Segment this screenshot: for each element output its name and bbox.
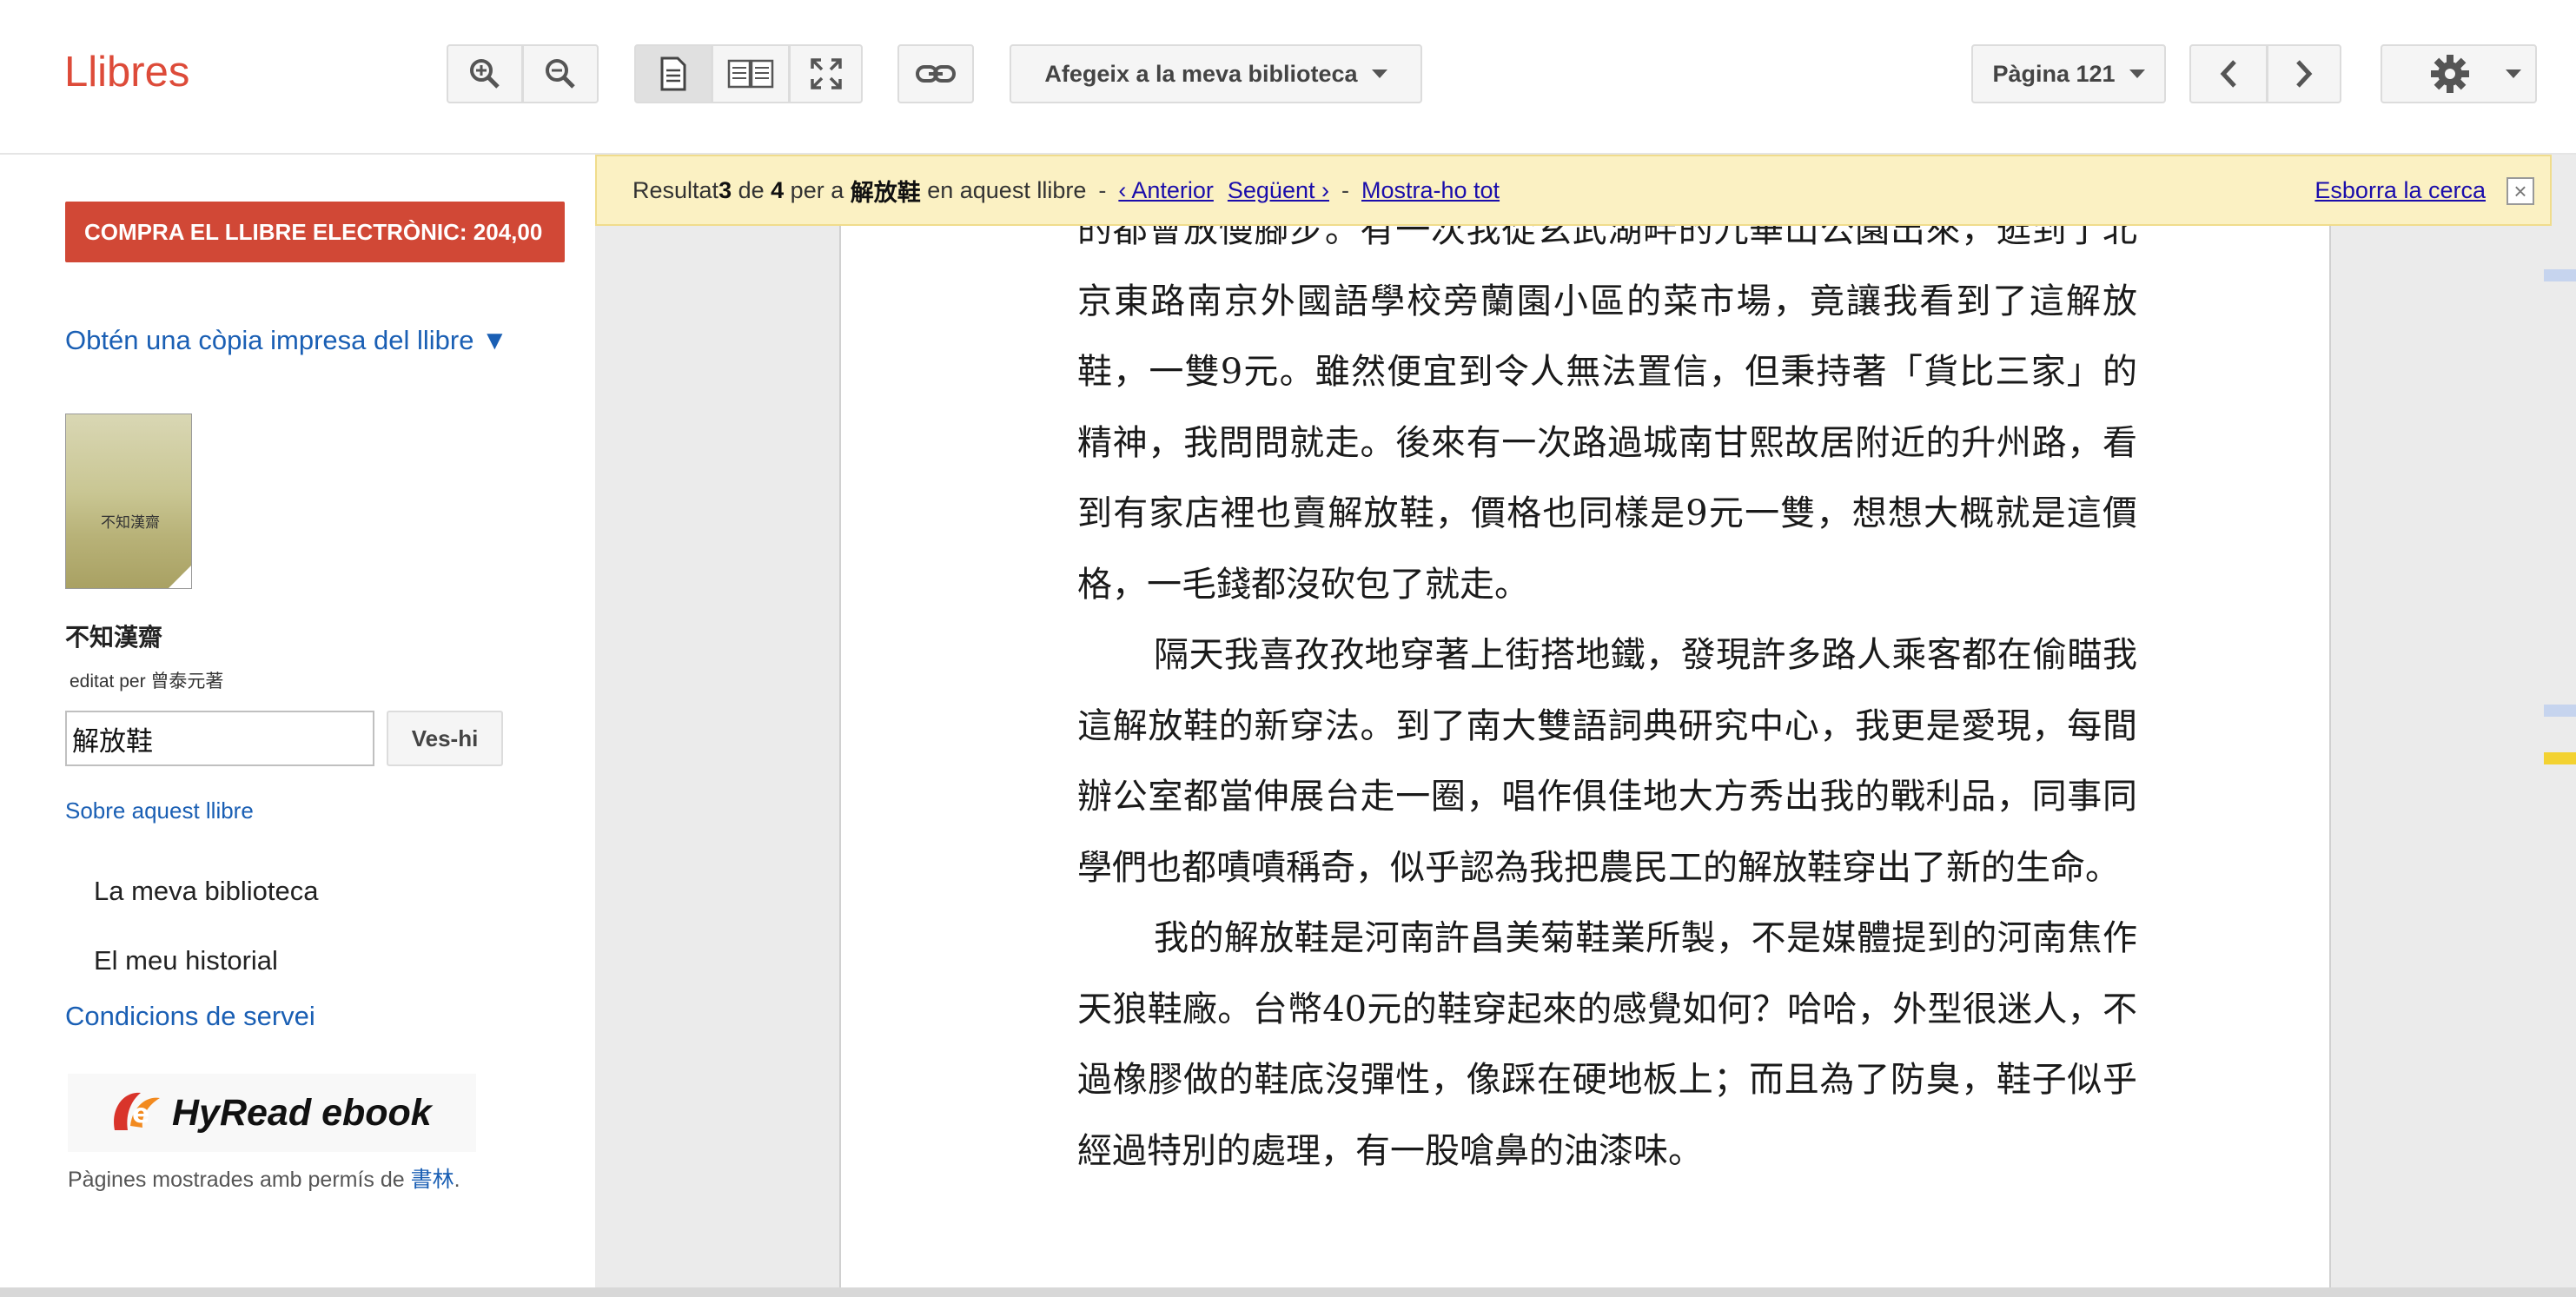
next-result-link[interactable]: Següent › xyxy=(1228,177,1329,204)
get-print-copy-link[interactable]: Obtén una còpia impresa del llibre ▼ xyxy=(65,325,508,356)
page-select-button[interactable]: Pàgina 121 xyxy=(1971,44,2166,103)
chevron-down-icon xyxy=(2506,69,2521,78)
result-prefix: Resultat xyxy=(632,176,719,203)
chevron-down-icon xyxy=(2129,69,2145,78)
app-logo[interactable]: Llibres xyxy=(64,48,189,96)
permission-notice: Pàgines mostrades amb permís de 書林. xyxy=(68,1162,460,1194)
zoom-out-button[interactable] xyxy=(522,44,599,103)
book-viewer[interactable]: 的都會放慢腳步。有一次我從玄武湖畔的九華山公園出來，逛到了北京東路南京外國語學校… xyxy=(595,155,2576,1297)
single-page-view-button[interactable] xyxy=(634,44,712,103)
scroll-marker[interactable] xyxy=(2544,705,2576,717)
search-query: 解放鞋 xyxy=(850,179,921,206)
clear-search-link[interactable]: Esborra la cerca xyxy=(2314,177,2486,204)
svg-text:e: e xyxy=(132,1099,149,1129)
terms-of-service-link[interactable]: Condicions de servei xyxy=(65,1001,315,1032)
result-for: per a xyxy=(784,176,851,203)
buy-ebook-button[interactable]: COMPRA EL LLIBRE ELECTRÒNIC: 204,00 xyxy=(65,202,565,262)
permission-text: Pàgines mostrades amb permís de xyxy=(68,1168,411,1192)
result-total: 4 xyxy=(771,176,785,203)
previous-page-button[interactable] xyxy=(2189,44,2268,103)
fullscreen-icon xyxy=(810,58,842,89)
search-go-button[interactable]: Ves-hi xyxy=(387,711,503,766)
separator: - xyxy=(1341,176,1349,203)
previous-result-link[interactable]: ‹ Anterior xyxy=(1118,177,1214,204)
search-hit-marker[interactable] xyxy=(2544,752,2576,764)
result-of: de xyxy=(732,176,771,203)
two-page-view-button[interactable] xyxy=(712,44,790,103)
my-library-link[interactable]: La meva biblioteca xyxy=(94,876,319,907)
sidebar: COMPRA EL LLIBRE ELECTRÒNIC: 204,00 Obté… xyxy=(0,155,594,1297)
separator: - xyxy=(1098,176,1107,203)
book-editor: editat per 曾泰元著 xyxy=(70,672,224,692)
publisher-logo-text: HyRead ebook xyxy=(172,1091,432,1134)
search-in-book-input[interactable]: 解放鞋 xyxy=(65,711,374,766)
fullscreen-button[interactable] xyxy=(789,44,863,103)
top-toolbar: Llibres Afegeix a la meva biblioteca Pàg… xyxy=(0,0,2576,155)
book-title: 不知漢齋 xyxy=(65,624,163,651)
link-icon xyxy=(916,65,956,83)
add-to-library-button[interactable]: Afegeix a la meva biblioteca xyxy=(1010,44,1422,103)
book-page: 的都會放慢腳步。有一次我從玄武湖畔的九華山公園出來，逛到了北京東路南京外國語學校… xyxy=(839,205,2331,1297)
cover-title: 不知漢齋 xyxy=(101,514,160,532)
page-text: 的都會放慢腳步。有一次我從玄武湖畔的九華山公園出來，逛到了北京東路南京外國語學校… xyxy=(1077,195,2137,1187)
chevron-right-icon xyxy=(2296,60,2313,88)
about-book-link[interactable]: Sobre aquest llibre xyxy=(65,797,254,824)
zoom-in-button[interactable] xyxy=(447,44,523,103)
publisher-logo[interactable]: e HyRead ebook xyxy=(68,1074,476,1152)
permission-end: . xyxy=(454,1168,460,1192)
publisher-link[interactable]: 書林 xyxy=(411,1168,454,1192)
search-result-bar: Resultat 3 de 4 per a 解放鞋 en aquest llib… xyxy=(595,155,2552,226)
zoom-in-icon xyxy=(470,59,500,89)
page-paragraph: 隔天我喜孜孜地穿著上街搭地鐵，發現許多路人乘客都在偷瞄我這解放鞋的新穿法。到了南… xyxy=(1077,635,2137,888)
scroll-marker[interactable] xyxy=(2544,269,2576,281)
zoom-out-icon xyxy=(546,59,575,89)
result-in-book: en aquest llibre xyxy=(920,176,1087,203)
gear-icon xyxy=(2431,55,2469,93)
page-select-label: Pàgina 121 xyxy=(1992,60,2116,87)
two-page-icon xyxy=(727,59,774,89)
chevron-left-icon xyxy=(2220,60,2236,88)
close-icon[interactable]: × xyxy=(2506,177,2534,205)
show-all-link[interactable]: Mostra-ho tot xyxy=(1361,177,1500,204)
chevron-down-icon xyxy=(1371,69,1387,78)
page-paragraph: 的都會放慢腳步。有一次我從玄武湖畔的九華山公園出來，逛到了北京東路南京外國語學校… xyxy=(1077,210,2137,605)
page-paragraph: 我的解放鞋是河南許昌美菊鞋業所製，不是媒體提到的河南焦作天狼鞋廠。台幣40元的鞋… xyxy=(1077,918,2137,1171)
result-index: 3 xyxy=(718,176,732,203)
single-page-icon xyxy=(660,56,686,91)
link-button[interactable] xyxy=(897,44,974,103)
book-cover[interactable]: 不知漢齋 xyxy=(65,414,192,589)
add-to-library-label: Afegeix a la meva biblioteca xyxy=(1044,60,1358,87)
hyread-logo-icon: e xyxy=(114,1092,160,1130)
page-curl-icon xyxy=(169,566,191,588)
bottom-edge xyxy=(0,1287,2576,1297)
settings-button[interactable] xyxy=(2381,44,2537,103)
next-page-button[interactable] xyxy=(2267,44,2341,103)
my-history-link[interactable]: El meu historial xyxy=(94,945,278,976)
